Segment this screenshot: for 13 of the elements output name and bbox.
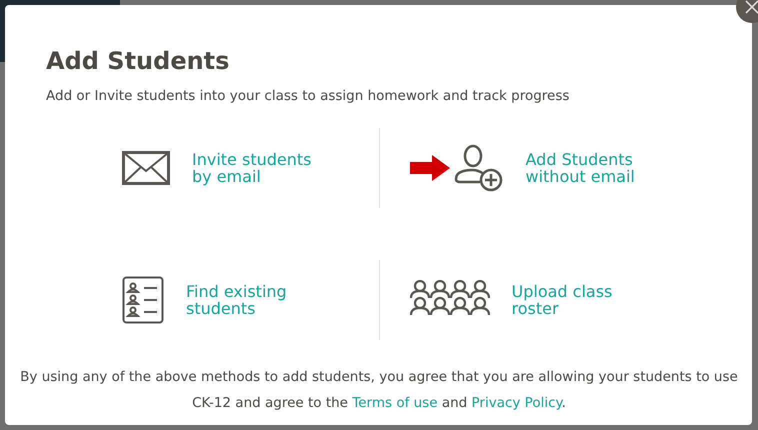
option-link[interactable]: Find existing students [186,283,287,317]
option-link[interactable]: Invite students by email [192,151,312,185]
add-person-icon [454,144,504,192]
dialog-subtitle: Add or Invite students into your class to assign homework and track progress [46,88,570,104]
consent-note: By using any of the above methods to add students, you agree that you are allowing your students to use CK-12 and agree to the Terms of use and Privacy Policy. [20,368,738,413]
policy-link[interactable]: Terms of use [352,395,438,411]
policy-link[interactable]: Privacy Policy [472,395,562,411]
close-icon [744,0,758,15]
envelope-icon [122,151,170,185]
option-link[interactable]: Add Students without email [526,151,635,185]
student-list-icon [122,276,164,324]
dialog-title: Add Students [46,47,230,75]
option-link[interactable]: Upload class roster [512,283,612,317]
